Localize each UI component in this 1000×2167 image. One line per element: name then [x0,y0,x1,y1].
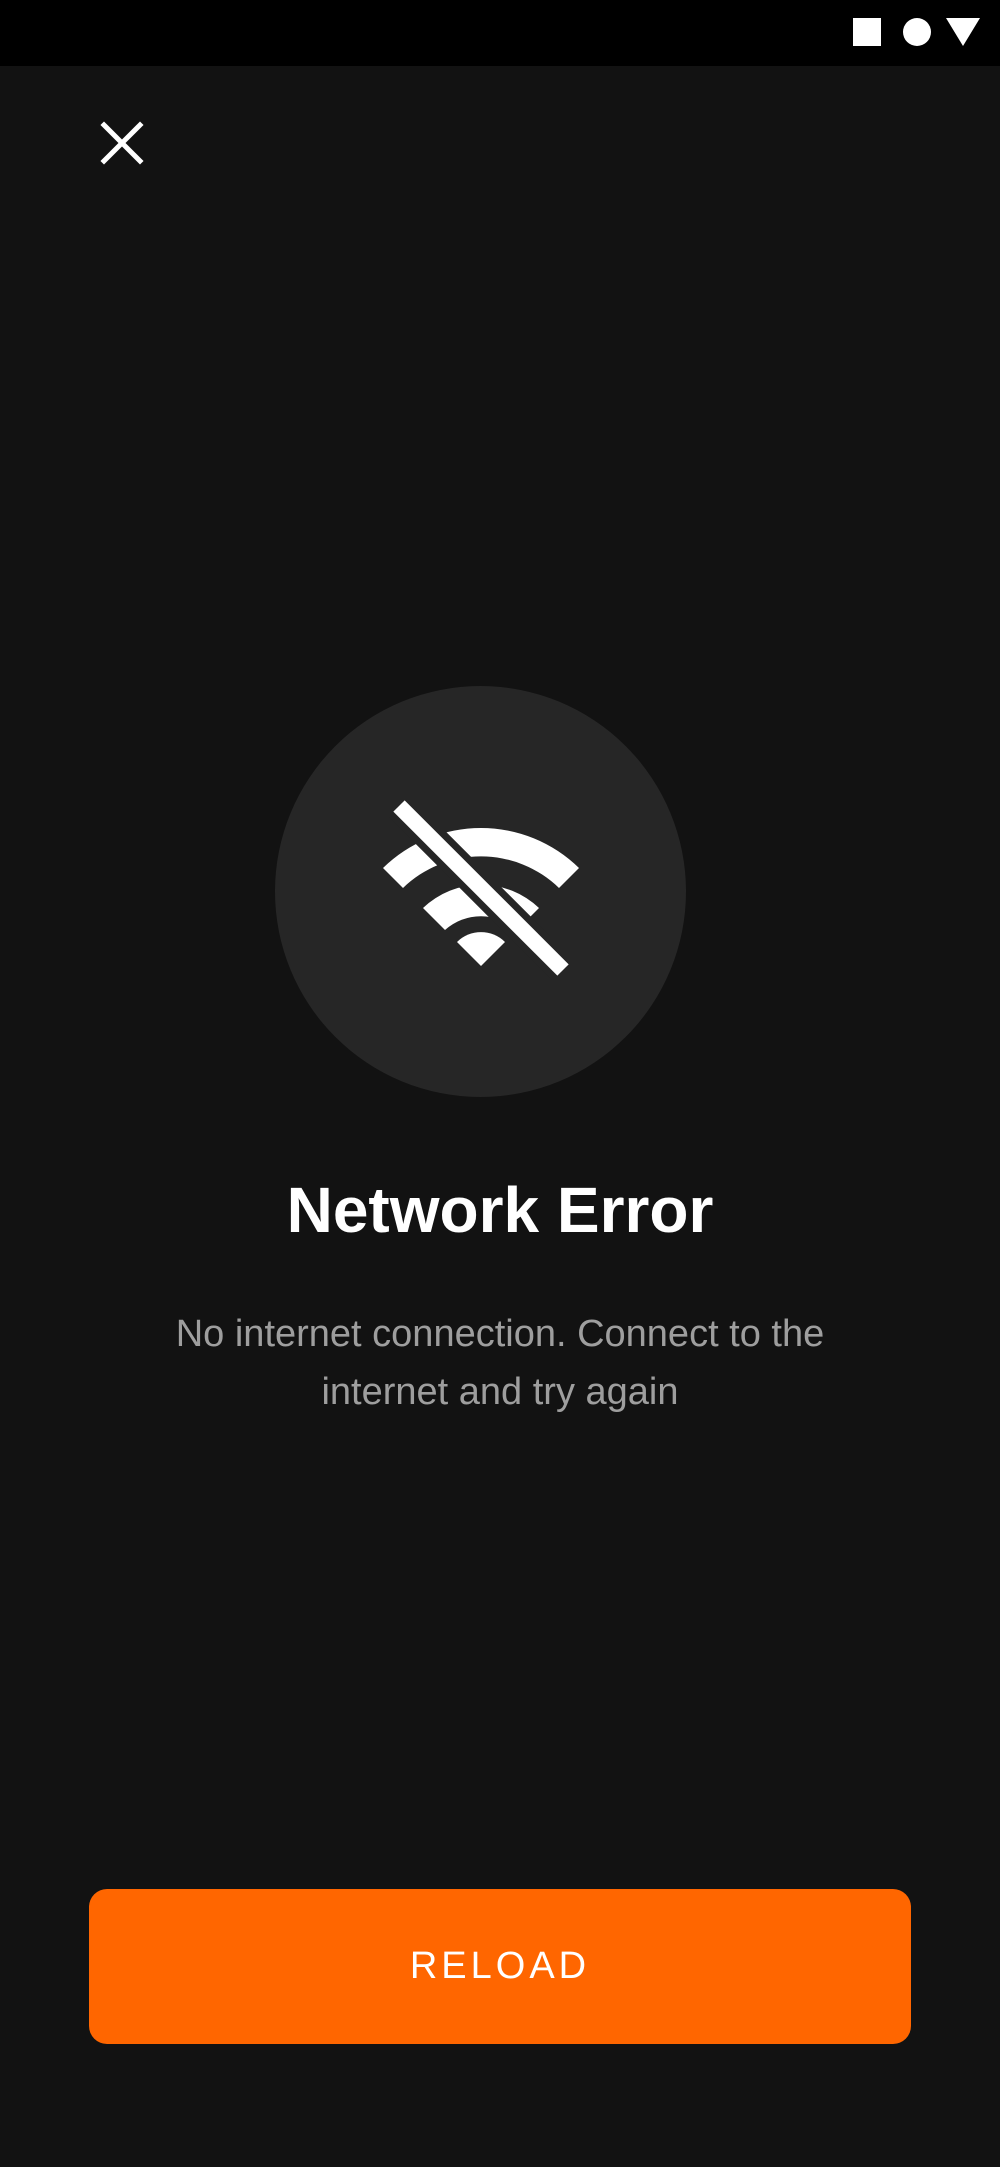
close-icon [100,121,144,165]
error-title: Network Error [286,1174,714,1246]
reload-button-label: RELOAD [409,1945,591,1987]
error-message: No internet connection. Connect to the i… [175,1313,825,1413]
wifi-off-icon [382,794,579,981]
network-error-screen: Network Error No internet connection. Co… [0,0,1000,2167]
close-button[interactable] [82,103,162,183]
circle-icon [903,18,931,46]
triangle-icon [946,18,980,46]
error-icon-circle [275,686,686,1097]
reload-button[interactable]: RELOAD [89,1889,911,2044]
square-icon [853,18,881,46]
status-bar [0,0,1000,66]
